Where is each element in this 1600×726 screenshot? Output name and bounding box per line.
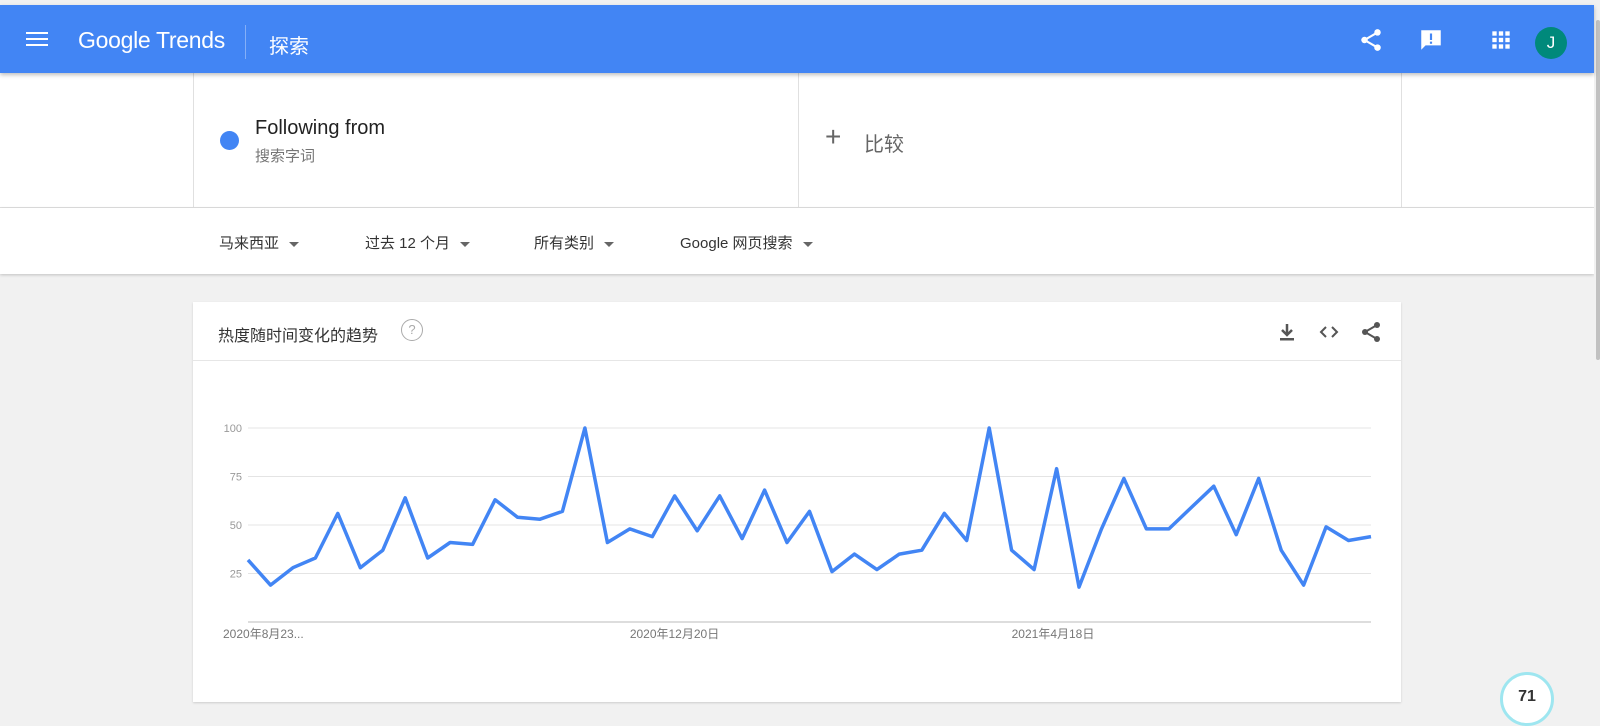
share-icon[interactable] [1359,320,1383,344]
data-point[interactable] [1233,532,1239,538]
data-point[interactable] [357,565,363,571]
data-point[interactable] [1323,524,1329,530]
plus-icon: + [825,121,842,152]
data-point[interactable] [492,497,498,503]
data-point[interactable] [267,582,273,588]
page-title: 探索 [269,36,309,58]
y-tick-label: 50 [230,520,242,532]
data-point[interactable] [627,526,633,532]
floating-badge: 71 [1500,672,1554,726]
data-point[interactable] [1098,526,1104,532]
header-divider [245,25,246,59]
time-range-filter[interactable]: 过去 12 个月 [365,232,471,253]
data-point[interactable] [672,493,678,499]
data-point[interactable] [1054,466,1060,472]
x-tick-label: 2020年8月23... [223,627,304,641]
data-point[interactable] [717,493,723,499]
data-point[interactable] [941,510,947,516]
data-point[interactable] [1211,483,1217,489]
apps-icon[interactable] [1488,27,1514,53]
data-point[interactable] [964,538,970,544]
data-point[interactable] [986,425,992,431]
data-point[interactable] [402,495,408,501]
data-point[interactable] [851,551,857,557]
data-point[interactable] [604,539,610,545]
avatar[interactable]: J [1535,27,1567,59]
scrollbar-thumb[interactable] [1596,20,1600,360]
data-point[interactable] [649,534,655,540]
chevron-down-icon [802,241,813,247]
data-point[interactable] [290,565,296,571]
data-point[interactable] [874,567,880,573]
download-icon[interactable] [1275,320,1299,344]
data-point[interactable] [1278,547,1284,553]
help-icon[interactable]: ? [401,319,423,341]
embed-icon[interactable] [1317,320,1341,344]
data-point[interactable] [1301,582,1307,588]
search-term-type: 搜索字词 [255,148,316,165]
region-filter[interactable]: 马来西亚 [219,232,300,253]
data-point[interactable] [1188,505,1194,511]
data-point[interactable] [582,425,588,431]
compare-label: 比较 [864,134,904,156]
data-point[interactable] [559,508,565,514]
data-point[interactable] [829,569,835,575]
chart-title: 热度随时间变化的趋势 [218,328,379,345]
data-point[interactable] [784,539,790,545]
trend-line-chart: 25 50 75 100 2020年8月23... 2020年12月20日 2021年4月1… [223,423,1374,641]
google-trends-logo[interactable]: Google Trends [78,27,225,54]
y-tick-label: 100 [224,423,242,435]
compare-button[interactable]: + 比较 [797,73,1402,207]
data-point[interactable] [1031,567,1037,573]
data-point[interactable] [762,487,768,493]
data-point[interactable] [1256,475,1262,481]
search-term-card[interactable]: Following from 搜索字词 [193,73,799,207]
chevron-down-icon [604,241,615,247]
x-tick-label: 2021年4月18日 [1012,627,1095,641]
interest-over-time-card: 热度随时间变化的趋势 ? 25 50 75 100 2020年8月23... 2020年1… [193,302,1401,702]
menu-icon[interactable] [26,28,48,50]
share-icon[interactable] [1358,27,1384,53]
y-tick-label: 75 [230,472,242,484]
data-point[interactable] [1346,538,1352,544]
data-point[interactable] [447,539,453,545]
data-point[interactable] [739,536,745,542]
series-line[interactable] [246,426,1372,589]
chevron-down-icon [460,241,471,247]
term-color-dot [220,131,239,150]
x-tick-label: 2020年12月20日 [630,627,719,641]
filter-bar: 马来西亚 过去 12 个月 所有类别 Google 网页搜索 [0,208,1594,274]
search-term[interactable]: Following from [255,117,385,140]
data-point[interactable] [537,516,543,522]
data-point[interactable] [380,547,386,553]
data-point[interactable] [312,555,318,561]
category-filter[interactable]: 所有类别 [534,232,615,253]
data-point[interactable] [1166,526,1172,532]
data-point[interactable] [919,547,925,553]
chart-header: 热度随时间变化的趋势 ? [193,302,1401,361]
data-point[interactable] [694,528,700,534]
data-point[interactable] [335,510,341,516]
search-type-filter[interactable]: Google 网页搜索 [680,232,813,253]
data-point[interactable] [470,541,476,547]
data-point[interactable] [1009,547,1015,553]
app-header: Google Trends 探索 J [0,5,1594,73]
feedback-icon[interactable] [1418,27,1444,53]
data-point[interactable] [515,514,521,520]
data-point[interactable] [1076,584,1082,590]
data-point[interactable] [896,551,902,557]
data-point[interactable] [425,555,431,561]
data-point[interactable] [1121,475,1127,481]
search-terms-panel: Following from 搜索字词 + 比较 [0,73,1594,208]
data-point[interactable] [245,557,251,563]
chevron-down-icon [289,241,300,247]
data-point[interactable] [1368,534,1374,540]
data-point[interactable] [807,508,813,514]
y-tick-label: 25 [230,569,242,581]
data-point[interactable] [1143,526,1149,532]
